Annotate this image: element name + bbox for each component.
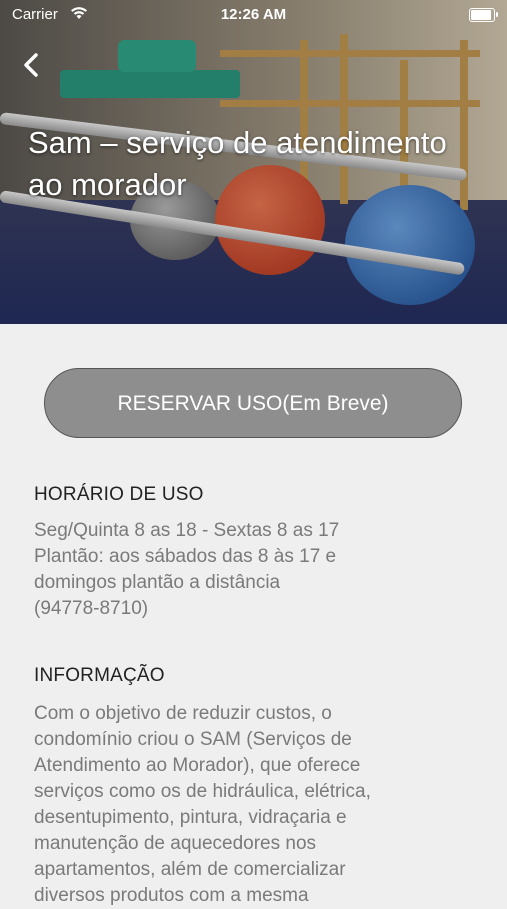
info-line: manutenção de aquecedores nos	[34, 833, 317, 854]
info-line: Com o objetivo de reduzir custos, o	[34, 703, 332, 724]
clock: 12:26 AM	[220, 6, 287, 23]
chevron-left-icon	[24, 53, 38, 77]
schedule-text: Seg/Quinta 8 as 18 - Sextas 8 as 17 Plan…	[34, 518, 474, 622]
info-line: condomínio criou o SAM (Serviços de	[34, 729, 352, 750]
info-text: Com o objetivo de reduzir custos, o cond…	[34, 701, 474, 909]
schedule-heading: HORÁRIO DE USO	[34, 484, 204, 505]
battery-icon	[469, 8, 498, 22]
back-button[interactable]	[18, 50, 48, 80]
schedule-line: domingos plantão a distância	[34, 572, 281, 593]
info-heading: INFORMAÇÃO	[34, 665, 165, 686]
reserve-button[interactable]: RESERVAR USO(Em Breve)	[44, 368, 462, 438]
info-line: Atendimento ao Morador), que oferece	[34, 755, 361, 776]
schedule-line: Seg/Quinta 8 as 18 - Sextas 8 as 17	[34, 520, 340, 541]
schedule-line: Plantão: aos sábados das 8 às 17 e	[34, 546, 337, 567]
info-line: diversos produtos com a mesma	[34, 885, 309, 906]
info-line: apartamentos, além de comercializar	[34, 859, 346, 880]
info-line: desentupimento, pintura, vidraçaria e	[34, 807, 347, 828]
page-title: Sam – serviço de atendimento ao morador	[28, 125, 447, 202]
schedule-line: (94778-8710)	[34, 598, 149, 619]
status-bar: Carrier 12:26 AM	[0, 0, 507, 30]
info-line: serviços como os de hidráulica, elétrica…	[34, 781, 371, 802]
